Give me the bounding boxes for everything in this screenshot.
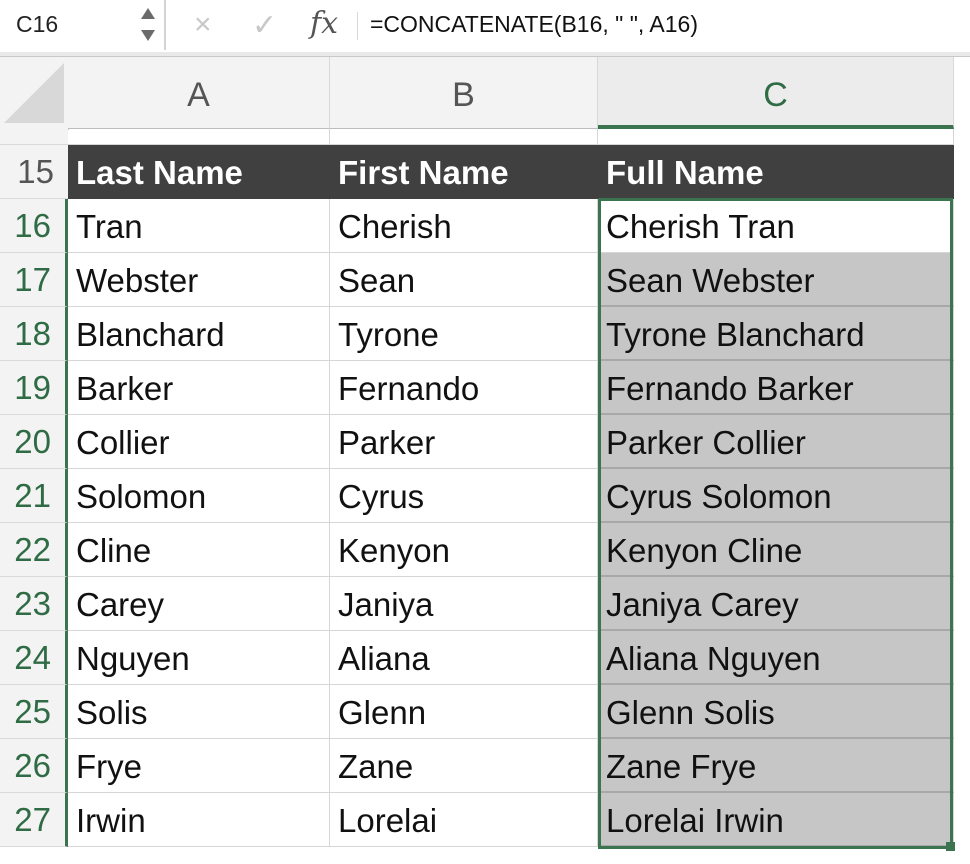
column-header-a[interactable]: A bbox=[68, 57, 330, 129]
cell-b17[interactable]: Sean bbox=[330, 253, 598, 307]
cell-a21[interactable]: Solomon bbox=[68, 469, 330, 523]
row-header-20[interactable]: 20 bbox=[0, 415, 68, 469]
name-box-value: C16 bbox=[16, 11, 59, 37]
cell[interactable] bbox=[68, 129, 330, 145]
cell[interactable] bbox=[598, 129, 954, 145]
row-header-19[interactable]: 19 bbox=[0, 361, 68, 415]
cell-c17[interactable]: Sean Webster bbox=[598, 253, 954, 307]
cell-a18[interactable]: Blanchard bbox=[68, 307, 330, 361]
cell-a26[interactable]: Frye bbox=[68, 739, 330, 793]
cell-a24[interactable]: Nguyen bbox=[68, 631, 330, 685]
name-box-spinner[interactable] bbox=[141, 8, 157, 44]
cell-b26[interactable]: Zane bbox=[330, 739, 598, 793]
row-header-27[interactable]: 27 bbox=[0, 793, 68, 847]
chevron-up-icon bbox=[141, 8, 155, 19]
cell-a22[interactable]: Cline bbox=[68, 523, 330, 577]
row-header-22[interactable]: 22 bbox=[0, 523, 68, 577]
row-header-24[interactable]: 24 bbox=[0, 631, 68, 685]
row-header-25[interactable]: 25 bbox=[0, 685, 68, 739]
cancel-icon[interactable]: × bbox=[194, 8, 212, 42]
cell-b16[interactable]: Cherish bbox=[330, 199, 598, 253]
cell-c22[interactable]: Kenyon Cline bbox=[598, 523, 954, 577]
row-header-17[interactable]: 17 bbox=[0, 253, 68, 307]
select-all-triangle-icon bbox=[4, 63, 64, 123]
row-header-15[interactable]: 15 bbox=[0, 145, 68, 199]
cell-c16[interactable]: Cherish Tran bbox=[598, 199, 954, 253]
divider bbox=[357, 12, 358, 40]
column-header-b[interactable]: B bbox=[330, 57, 598, 129]
cell-b23[interactable]: Janiya bbox=[330, 577, 598, 631]
cell-c19[interactable]: Fernando Barker bbox=[598, 361, 954, 415]
cell-c26[interactable]: Zane Frye bbox=[598, 739, 954, 793]
cell-b20[interactable]: Parker bbox=[330, 415, 598, 469]
row-header-18[interactable]: 18 bbox=[0, 307, 68, 361]
cell-b27[interactable]: Lorelai bbox=[330, 793, 598, 847]
chevron-down-icon bbox=[141, 30, 155, 41]
cell-b24[interactable]: Aliana bbox=[330, 631, 598, 685]
cell-a17[interactable]: Webster bbox=[68, 253, 330, 307]
cell-c20[interactable]: Parker Collier bbox=[598, 415, 954, 469]
cell-c21[interactable]: Cyrus Solomon bbox=[598, 469, 954, 523]
select-all-button[interactable] bbox=[0, 57, 69, 130]
name-box[interactable]: C16 bbox=[0, 0, 166, 50]
cell[interactable] bbox=[330, 129, 598, 145]
cell-b18[interactable]: Tyrone bbox=[330, 307, 598, 361]
checkmark-icon[interactable]: ✓ bbox=[252, 8, 277, 43]
table-header-cell[interactable]: Last Name bbox=[68, 145, 330, 199]
fill-handle[interactable] bbox=[946, 842, 955, 851]
cell-c27[interactable]: Lorelai Irwin bbox=[598, 793, 954, 847]
formula-input[interactable]: =CONCATENATE(B16, " ", A16) bbox=[370, 11, 698, 38]
cell-c18[interactable]: Tyrone Blanchard bbox=[598, 307, 954, 361]
row-header-26[interactable]: 26 bbox=[0, 739, 68, 793]
row-header-23[interactable]: 23 bbox=[0, 577, 68, 631]
cell-a23[interactable]: Carey bbox=[68, 577, 330, 631]
cell-b19[interactable]: Fernando bbox=[330, 361, 598, 415]
cell-b21[interactable]: Cyrus bbox=[330, 469, 598, 523]
cell-a20[interactable]: Collier bbox=[68, 415, 330, 469]
column-header-c[interactable]: C bbox=[598, 57, 954, 129]
row-header-16[interactable]: 16 bbox=[0, 199, 68, 253]
cell-c25[interactable]: Glenn Solis bbox=[598, 685, 954, 739]
formula-bar: C16 × ✓ fx =CONCATENATE(B16, " ", A16) bbox=[0, 0, 970, 53]
cell-c23[interactable]: Janiya Carey bbox=[598, 577, 954, 631]
table-header-cell[interactable]: First Name bbox=[330, 145, 598, 199]
cell-a16[interactable]: Tran bbox=[68, 199, 330, 253]
cell-b25[interactable]: Glenn bbox=[330, 685, 598, 739]
cell-c24[interactable]: Aliana Nguyen bbox=[598, 631, 954, 685]
row-header-21[interactable]: 21 bbox=[0, 469, 68, 523]
table-header-cell[interactable]: Full Name bbox=[598, 145, 954, 199]
row-header-14[interactable] bbox=[0, 129, 68, 145]
cell-b22[interactable]: Kenyon bbox=[330, 523, 598, 577]
cell-a25[interactable]: Solis bbox=[68, 685, 330, 739]
cell-a27[interactable]: Irwin bbox=[68, 793, 330, 847]
insert-function-icon[interactable]: fx bbox=[310, 6, 338, 41]
cell-a19[interactable]: Barker bbox=[68, 361, 330, 415]
